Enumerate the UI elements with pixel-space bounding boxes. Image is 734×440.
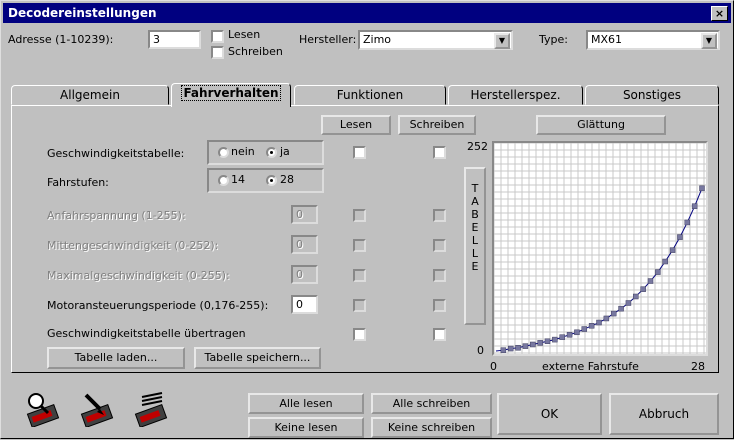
speed-curve-point[interactable]	[566, 331, 573, 338]
speed-curve-point[interactable]	[625, 300, 632, 306]
manufacturer-value: Zimo	[363, 33, 392, 46]
speed-curve-point[interactable]	[640, 286, 646, 292]
read-decoder-icon[interactable]	[26, 391, 60, 429]
speed-curve-point[interactable]	[596, 319, 602, 326]
speed-curve-point[interactable]	[677, 234, 683, 240]
tab-sonstiges[interactable]: Sonstiges	[585, 85, 719, 105]
speed-curve-point[interactable]	[515, 344, 521, 351]
speed-curve-point[interactable]	[647, 278, 654, 284]
speed-curve-point[interactable]	[581, 326, 588, 332]
address-value: 3	[153, 33, 160, 46]
type-label: Type:	[539, 33, 568, 46]
speed-curve-point[interactable]	[655, 269, 661, 275]
type-select[interactable]: MX61 ▼	[586, 30, 720, 50]
speed-curve-point[interactable]	[500, 347, 507, 353]
read-none-button[interactable]: Keine lesen	[248, 417, 364, 438]
close-button[interactable]: ×	[711, 6, 728, 21]
speed-curve-point[interactable]	[603, 315, 610, 322]
speed-curve-point[interactable]	[618, 305, 624, 312]
write-checkbox[interactable]	[211, 46, 224, 59]
cancel-button[interactable]: Abbruch	[609, 393, 719, 435]
speed-curve-point[interactable]	[559, 334, 565, 340]
speed-curve-point[interactable]	[610, 310, 617, 317]
ok-button[interactable]: OK	[497, 393, 602, 435]
write-none-button[interactable]: Keine schreiben	[371, 417, 492, 438]
speed-curve-point[interactable]	[552, 336, 558, 343]
read-checkbox[interactable]	[211, 30, 224, 43]
program-decoder-icon[interactable]	[134, 391, 168, 429]
window-title: Decodereinstellungen	[8, 6, 157, 20]
address-input[interactable]: 3	[148, 30, 201, 49]
read-all-button[interactable]: Alle lesen	[248, 393, 364, 414]
manufacturer-select[interactable]: Zimo ▼	[358, 30, 513, 50]
speed-curve-point[interactable]	[507, 345, 514, 352]
smooth-button[interactable]: Glättung	[536, 115, 666, 135]
tab-fahrverhalten[interactable]: Fahrverhalten	[171, 83, 291, 107]
speed-curve-point[interactable]	[537, 340, 543, 346]
address-label: Adresse (1-10239):	[8, 33, 114, 46]
manufacturer-label: Hersteller:	[299, 33, 357, 46]
chevron-down-icon[interactable]: ▼	[494, 33, 510, 49]
write-decoder-icon[interactable]	[80, 391, 114, 429]
speed-curve-point[interactable]	[574, 329, 580, 336]
speed-curve-point[interactable]	[691, 203, 698, 209]
chevron-down-icon[interactable]: ▼	[701, 33, 717, 49]
read-checkbox-label: Lesen	[228, 28, 261, 41]
speed-curve-point[interactable]	[522, 343, 529, 349]
write-checkbox-label: Schreiben	[228, 45, 283, 58]
speed-curve-point[interactable]	[633, 293, 639, 300]
speed-curve-point[interactable]	[684, 219, 691, 226]
column-read-button[interactable]: Lesen	[321, 115, 391, 135]
speed-curve-point[interactable]	[662, 258, 668, 265]
type-value: MX61	[591, 33, 623, 46]
speed-curve-chart[interactable]	[492, 141, 708, 356]
write-all-button[interactable]: Alle schreiben	[371, 393, 492, 414]
speed-curve-svg	[494, 143, 706, 354]
tab-fahrverhalten-label: Fahrverhalten	[181, 85, 281, 101]
speed-curve-point[interactable]	[588, 323, 595, 329]
speed-curve-point[interactable]	[544, 338, 551, 344]
column-write-button[interactable]: Schreiben	[398, 115, 476, 135]
speed-curve-point[interactable]	[669, 247, 676, 253]
tab-herstellerspez[interactable]: Herstellerspez.	[448, 85, 583, 105]
tab-allgemein[interactable]: Allgemein	[11, 85, 169, 105]
tab-funktionen[interactable]: Funktionen	[294, 85, 446, 105]
dialog-window: Decodereinstellungen × Adresse (1-10239)…	[0, 0, 734, 439]
speed-curve-point[interactable]	[530, 341, 536, 348]
speed-curve-point[interactable]	[699, 185, 705, 192]
title-bar: Decodereinstellungen ×	[3, 3, 731, 23]
